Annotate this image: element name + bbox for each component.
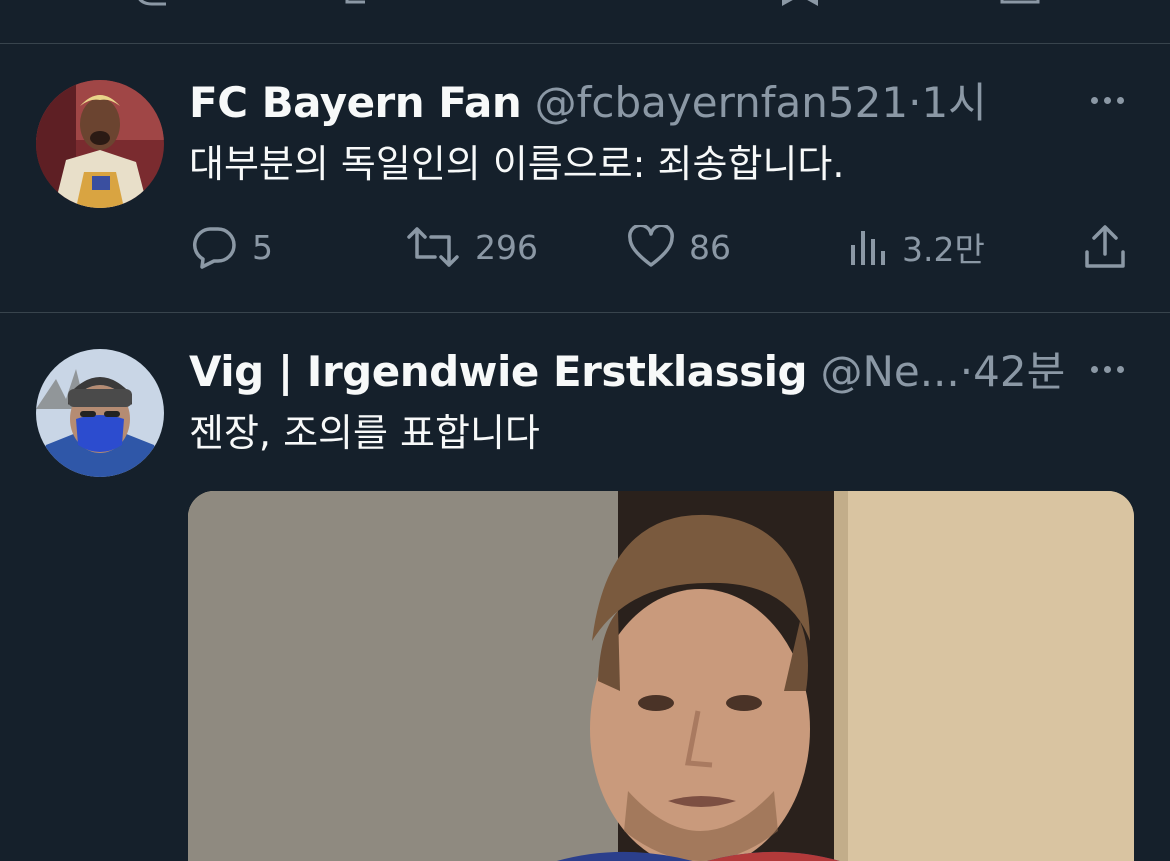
timestamp[interactable]: 1시 [921,78,986,127]
display-name[interactable]: Vig | Irgendwie Erstklassig [189,347,808,396]
reply-icon[interactable] [132,0,172,8]
retweet-button[interactable]: 296 [405,222,538,272]
reply-count: 5 [252,227,273,267]
more-dot-icon [1090,365,1098,373]
timestamp[interactable]: 42분 [973,347,1065,396]
retweet-count: 296 [475,227,538,267]
handle[interactable]: @fcbayernfan521 [535,78,908,127]
like-icon[interactable] [562,0,602,8]
share-icon [1085,225,1125,268]
retweet-icon [407,227,459,267]
views-icon [851,231,885,265]
tweet-text: 젠장, 조의를 표합니다 [189,411,540,455]
display-name[interactable]: FC Bayern Fan [189,78,522,127]
handle[interactable]: @Ne... [820,347,959,396]
more-dot-icon [1116,96,1124,104]
tweet-header: FC Bayern Fan @fcbayernfan521·1시 [189,78,987,128]
tweet[interactable]: FC Bayern Fan @fcbayernfan521·1시 대부분의 독일… [0,44,1170,312]
like-count: 86 [689,227,731,267]
previous-tweet-action-bar [0,0,1170,44]
tweet-header: Vig | Irgendwie Erstklassig @Ne...·42분 [189,347,1065,397]
avatar[interactable] [36,80,164,208]
like-icon [628,225,674,267]
timeline: FC Bayern Fan @fcbayernfan521·1시 대부분의 독일… [0,0,1170,861]
reply-button[interactable]: 5 [190,222,273,272]
more-options-button[interactable] [1083,82,1131,118]
attached-photo-icon [188,491,1134,861]
bookmark-icon[interactable] [780,0,820,8]
profile-photo-icon [36,80,164,208]
more-options-button[interactable] [1083,351,1131,387]
like-button[interactable]: 86 [627,222,731,272]
tweet-action-bar: 5 296 86 3.2만 [0,222,1170,272]
reply-icon [193,227,236,269]
views-button[interactable]: 3.2만 [848,222,985,272]
views-count: 3.2만 [902,230,985,269]
tweet-media[interactable] [188,491,1134,861]
profile-photo-icon [36,349,164,477]
share-button[interactable] [1082,222,1128,272]
more-dot-icon [1116,365,1124,373]
tweet-text: 대부분의 독일인의 이름으로: 죄송합니다. [189,142,845,186]
more-dot-icon [1090,96,1098,104]
share-icon[interactable] [1000,0,1040,8]
more-dot-icon [1103,96,1111,104]
separator-dot: · [959,347,974,396]
retweet-icon[interactable] [345,0,385,8]
more-dot-icon [1103,365,1111,373]
avatar[interactable] [36,349,164,477]
separator-dot: · [908,78,922,127]
